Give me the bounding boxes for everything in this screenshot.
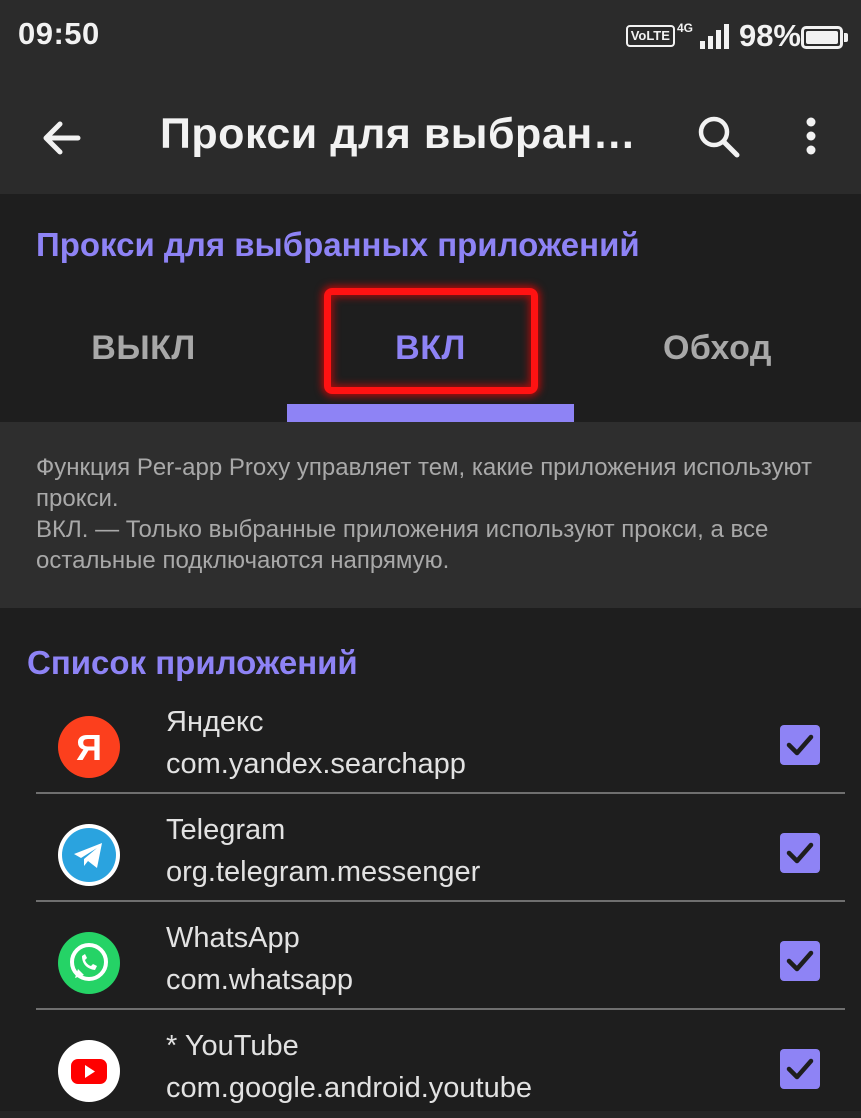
app-checkbox[interactable]	[780, 725, 820, 765]
svg-text:Я: Я	[76, 727, 102, 768]
app-name: Telegram	[166, 814, 286, 846]
app-package: com.yandex.searchapp	[166, 748, 466, 780]
tab-indicator	[287, 404, 574, 422]
back-button[interactable]	[38, 114, 86, 162]
check-icon	[786, 842, 814, 864]
app-list-title: Список приложений	[27, 644, 358, 681]
check-icon	[786, 1058, 814, 1080]
battery-icon	[801, 26, 848, 49]
tab-off[interactable]: ВЫКЛ	[0, 294, 287, 402]
arrow-back-icon	[43, 121, 81, 155]
description-box: Функция Per-app Proxy управляет тем, как…	[0, 422, 861, 608]
description-line: Функция Per-app Proxy управляет тем, как…	[36, 454, 812, 512]
tab-bypass[interactable]: Обход	[574, 294, 861, 402]
description-line: ВКЛ. — Только выбранные приложения испол…	[36, 516, 769, 574]
app-package: com.whatsapp	[166, 964, 353, 996]
proxy-mode-section: Прокси для выбранных приложений ВЫКЛ ВКЛ…	[0, 194, 861, 422]
more-options-button[interactable]	[795, 114, 827, 162]
page-title: Прокси для выбранн…	[160, 110, 660, 158]
signal-icon	[697, 23, 729, 49]
more-vert-icon	[806, 117, 816, 155]
youtube-icon	[58, 1040, 120, 1102]
list-item-youtube[interactable]: * YouTube com.google.android.youtube	[0, 1010, 861, 1118]
yandex-icon: Я	[58, 716, 120, 778]
app-package: com.google.android.youtube	[166, 1072, 532, 1104]
proxy-mode-title: Прокси для выбранных приложений	[36, 226, 640, 263]
app-bar: Прокси для выбранн…	[0, 76, 861, 194]
whatsapp-icon	[58, 932, 120, 994]
list-item-yandex[interactable]: Я Яндекс com.yandex.searchapp	[0, 686, 861, 794]
battery-percent: 98%	[738, 18, 801, 53]
telegram-icon	[58, 824, 120, 886]
search-button[interactable]	[694, 112, 744, 162]
status-indicators: VoLTE 4G 98%	[625, 18, 801, 54]
proxy-mode-tabs: ВЫКЛ ВКЛ Обход	[0, 294, 861, 422]
app-name: * YouTube	[166, 1030, 299, 1062]
app-checkbox[interactable]	[780, 941, 820, 981]
app-checkbox[interactable]	[780, 833, 820, 873]
app-name: Яндекс	[166, 706, 264, 738]
status-bar: 09:50 VoLTE 4G 98%	[0, 0, 861, 76]
search-icon	[698, 116, 740, 158]
network-type-icon: 4G	[676, 21, 693, 35]
list-item-telegram[interactable]: Telegram org.telegram.messenger	[0, 794, 861, 902]
tab-on[interactable]: ВКЛ	[287, 294, 574, 402]
description-text: Функция Per-app Proxy управляет тем, как…	[36, 452, 826, 576]
app-checkbox[interactable]	[780, 1049, 820, 1089]
volte-icon: VoLTE	[625, 25, 675, 47]
check-icon	[786, 950, 814, 972]
app-package: org.telegram.messenger	[166, 856, 481, 888]
app-list-section: Список приложений Я Яндекс com.yandex.se…	[0, 608, 861, 1111]
status-time: 09:50	[18, 16, 100, 51]
check-icon	[786, 734, 814, 756]
list-item-whatsapp[interactable]: WhatsApp com.whatsapp	[0, 902, 861, 1010]
app-name: WhatsApp	[166, 922, 300, 954]
